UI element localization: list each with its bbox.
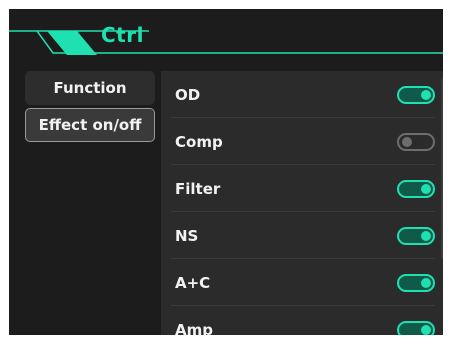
effect-label: Comp [175,132,223,151]
list-item: Amp [161,306,441,335]
effect-label: NS [175,226,199,245]
list-scrollbar[interactable] [441,79,443,259]
menu-item-label: Effect on/off [38,116,142,134]
list-item: A+C [161,259,441,306]
list-item: Comp [161,118,441,165]
menu-item-function[interactable]: Function [25,71,155,105]
effect-label: OD [175,85,201,104]
toggle-switch[interactable] [397,226,435,245]
header: Ctrl [9,9,443,65]
toggle-switch[interactable] [397,85,435,104]
list-item: OD [161,71,441,118]
page-title: Ctrl [101,23,144,47]
effect-label: A+C [175,273,211,292]
toggle-switch[interactable] [397,132,435,151]
menu-item-label: Function [53,79,127,97]
toggle-knob [421,183,431,194]
toggle-knob [421,230,431,241]
toggle-switch[interactable] [397,320,435,335]
effects-list: OD Comp Filter NS A+C Amp [161,71,443,335]
toggle-switch[interactable] [397,273,435,292]
effect-label: Amp [175,320,213,336]
list-item: Filter [161,165,441,212]
toggle-knob [421,324,431,335]
app-frame: Ctrl Function Effect on/off OD Comp Filt… [9,9,443,335]
menu-item-effect-onoff[interactable]: Effect on/off [25,108,155,142]
toggle-knob [402,136,412,147]
toggle-knob [421,277,431,288]
header-tab-shape [9,30,443,55]
effect-label: Filter [175,179,221,198]
list-item: NS [161,212,441,259]
toggle-knob [421,89,431,100]
toggle-switch[interactable] [397,179,435,198]
